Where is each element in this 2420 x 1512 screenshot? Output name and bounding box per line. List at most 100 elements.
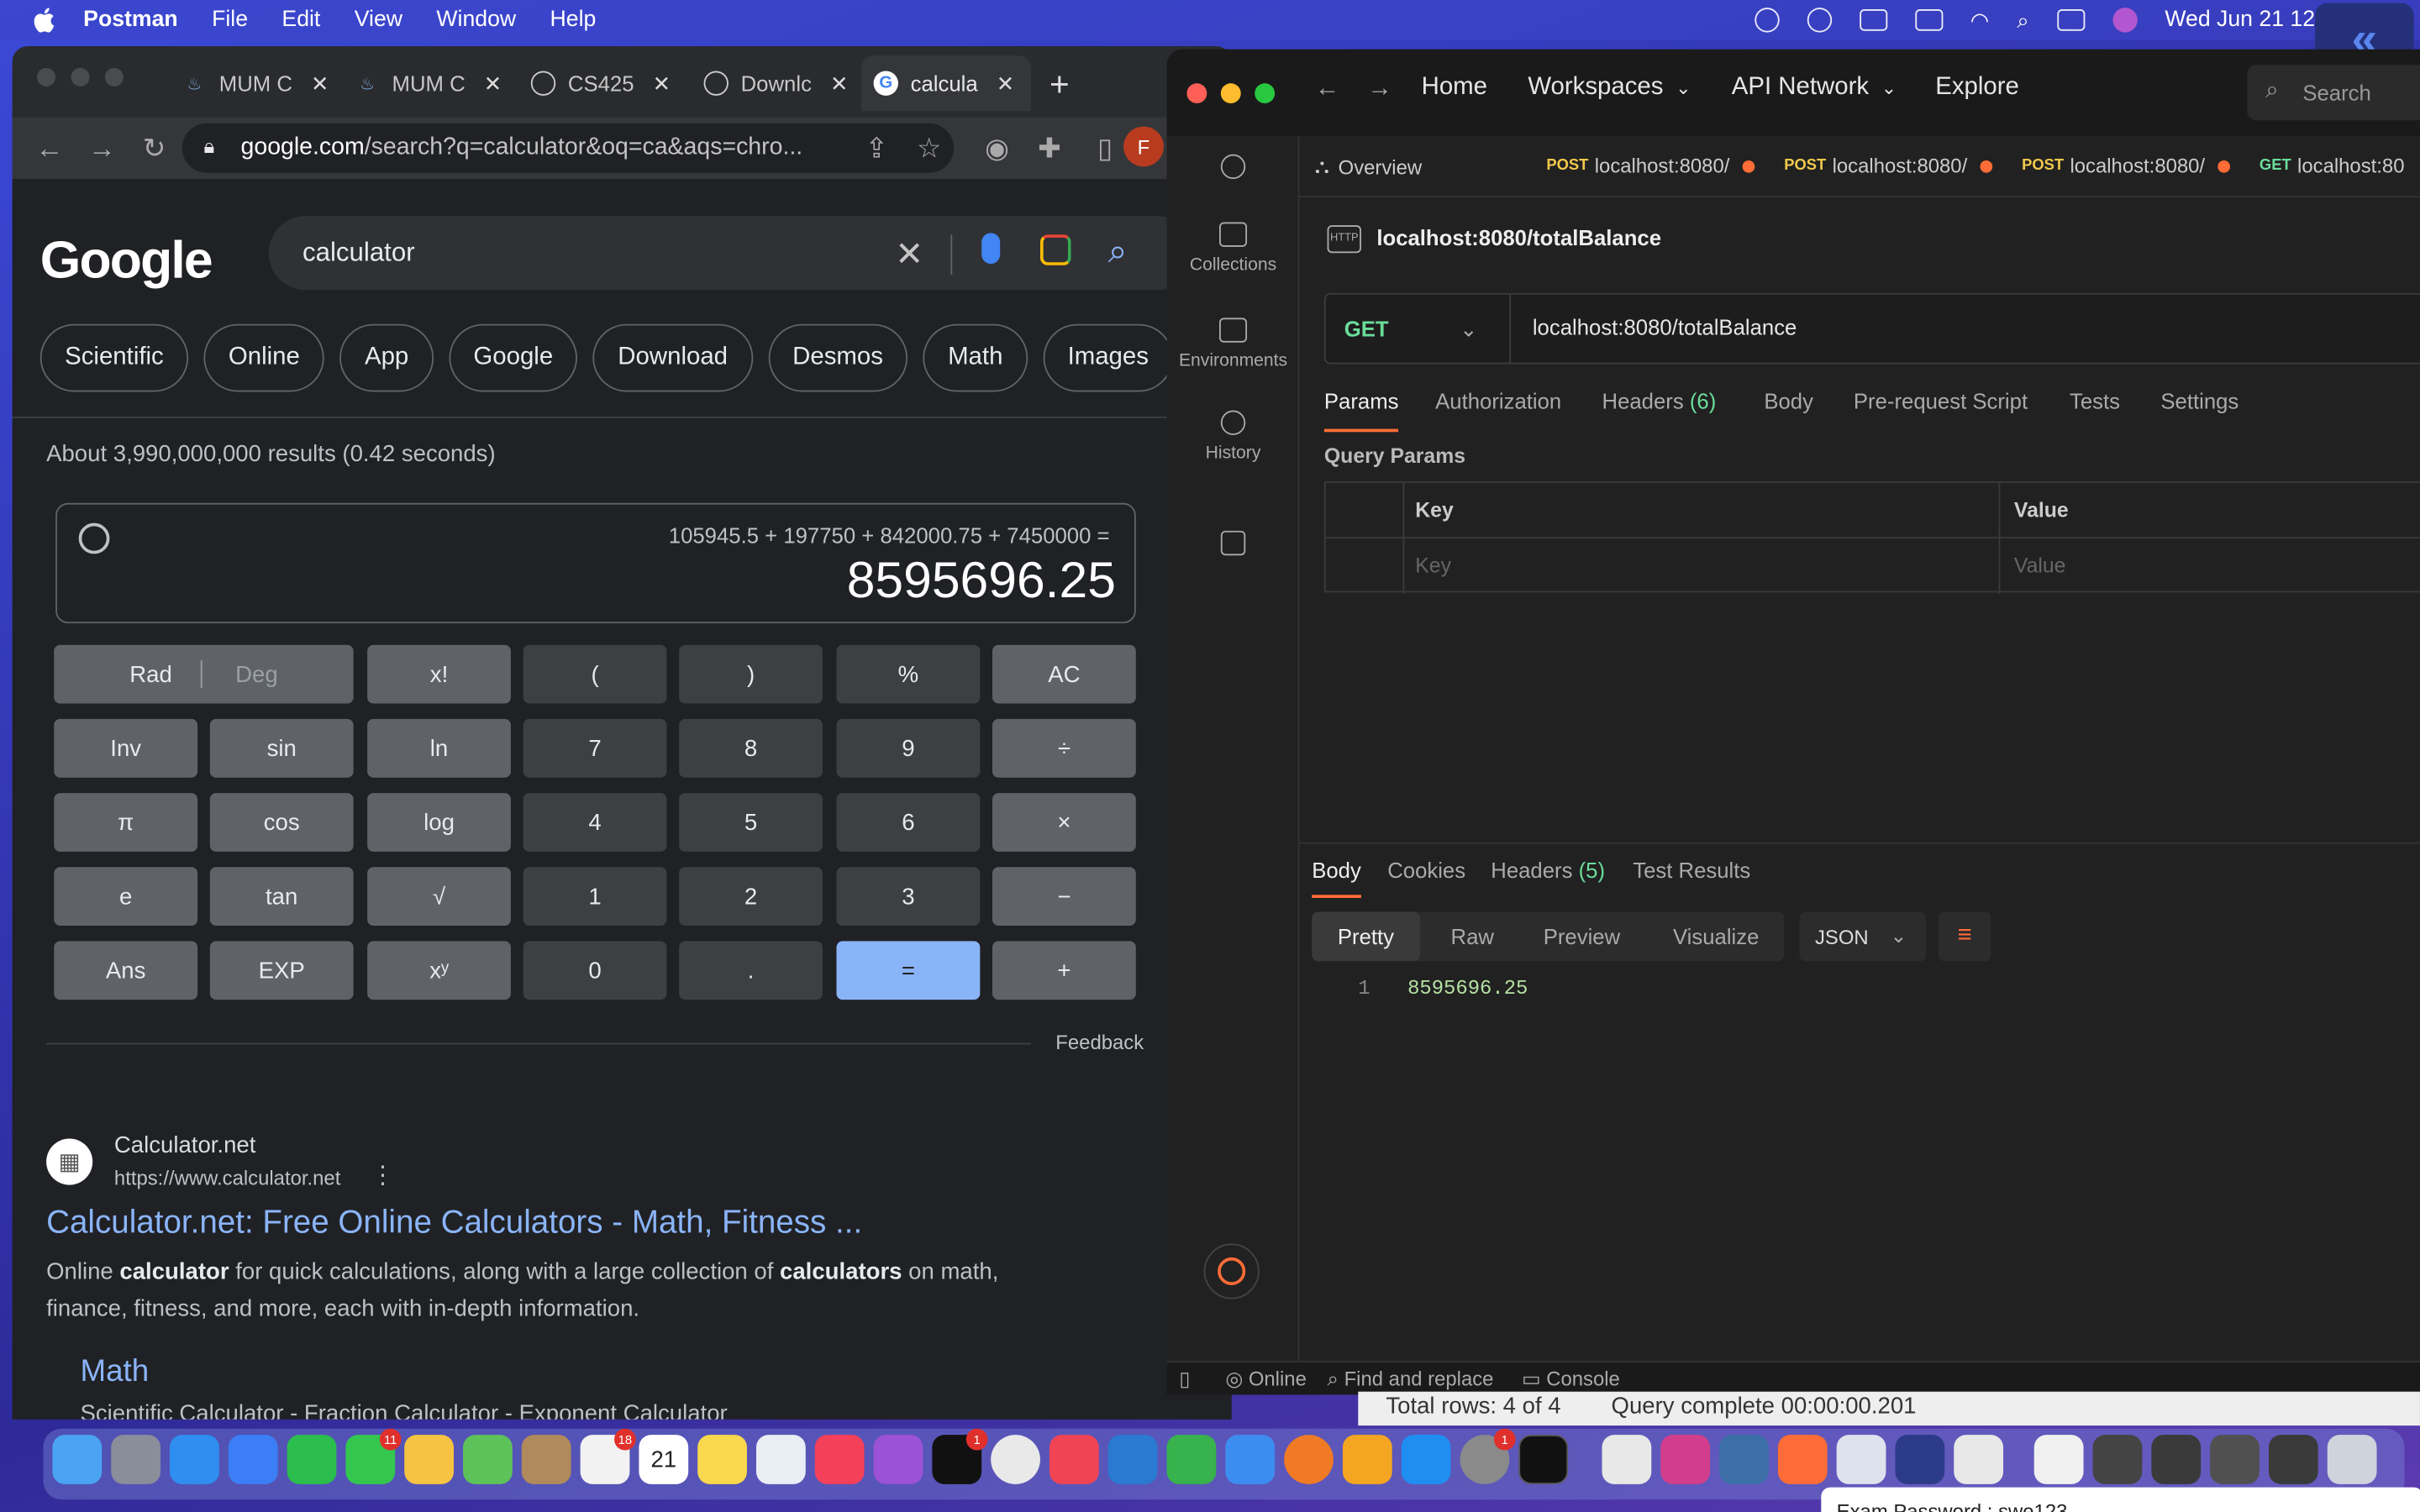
wifi-icon[interactable]: ◠ [1970, 7, 1989, 33]
tv-icon[interactable]: 1 [932, 1428, 988, 1484]
menu-clock[interactable]: Wed Jun 21 12 [2165, 8, 2315, 32]
menu-app-name[interactable]: Postman [83, 8, 177, 32]
postgres-icon[interactable] [1719, 1435, 1769, 1484]
team-icon[interactable] [1167, 154, 1300, 188]
chrome-tab[interactable]: ♨ MUM C ✕ [176, 55, 330, 111]
apps-grid-icon[interactable] [1167, 530, 1300, 564]
rad-deg-toggle[interactable]: Rad Deg [54, 644, 354, 704]
postman-bootcamp-icon[interactable] [1203, 1243, 1260, 1299]
calc-key[interactable]: sin [209, 718, 354, 778]
calc-key[interactable]: 0 [523, 941, 667, 1000]
nav-workspaces[interactable]: Workspaces ⌄ [1528, 74, 1691, 102]
grammarly-icon[interactable] [1807, 8, 1832, 33]
doc-thumbnail-icon[interactable] [1954, 1435, 2004, 1484]
spotlight-icon[interactable]: ⌕ [2017, 7, 2028, 33]
photos-icon[interactable] [404, 1435, 454, 1484]
sitelink-math[interactable]: Math [81, 1355, 150, 1390]
online-status[interactable]: ◎ Online [1225, 1367, 1307, 1391]
request-tab[interactable]: POST localhost:8080/ [1546, 155, 1754, 177]
calc-key[interactable]: EXP [209, 941, 354, 1000]
chip[interactable]: Desmos [767, 323, 908, 392]
chip[interactable]: Online [203, 323, 325, 392]
search-input[interactable]: ⌕ Search [2247, 65, 2420, 121]
contacts-icon[interactable] [521, 1435, 571, 1484]
window-minimize-icon[interactable] [71, 67, 90, 87]
textedit-icon[interactable] [1602, 1435, 1652, 1484]
calc-key[interactable]: Ans [54, 941, 198, 1000]
postman-icon[interactable] [1777, 1435, 1828, 1484]
search-input[interactable]: calculator ✕ ⌕ [268, 216, 1195, 291]
calc-key[interactable]: π [54, 793, 198, 852]
mic-icon[interactable] [981, 233, 1001, 265]
window-thumbnail-icon[interactable] [2210, 1435, 2260, 1484]
result-url[interactable]: https://www.calculator.net [114, 1167, 340, 1190]
request-tab-active[interactable]: GET localhost:80 [2260, 155, 2405, 178]
facetime-icon[interactable] [287, 1435, 337, 1484]
downloads-stack-icon[interactable] [2033, 1435, 2084, 1484]
key-field[interactable]: Key [1415, 554, 1451, 577]
format-type-select[interactable]: JSON ⌄ [1799, 911, 1927, 962]
control-center-icon[interactable] [2056, 9, 2085, 31]
chrome-tab-active[interactable]: G calcula ✕ [860, 55, 1031, 112]
result-site-name[interactable]: Calculator.net [114, 1132, 255, 1158]
app-store-icon[interactable] [1401, 1435, 1451, 1484]
menu-file[interactable]: File [212, 8, 248, 32]
pane-divider[interactable] [1299, 842, 2420, 844]
calc-key[interactable]: xʸ [367, 941, 511, 1000]
chrome-tab[interactable]: ♨ MUM C ✕ [349, 55, 503, 111]
tab-close-icon[interactable]: ✕ [997, 71, 1015, 97]
calc-key[interactable]: 8 [679, 718, 823, 778]
sidebar-item-collections[interactable]: Collections [1167, 222, 1300, 275]
tab-overview[interactable]: ⛬ Overview [1315, 155, 1422, 179]
chrome-tab[interactable]: CS425 ✕ [524, 55, 679, 111]
calc-key[interactable]: 9 [836, 718, 981, 778]
apple-icon[interactable] [34, 8, 55, 33]
calc-key[interactable]: 5 [679, 793, 823, 852]
chip[interactable]: Images [1043, 323, 1174, 392]
tab-authorization[interactable]: Authorization [1435, 389, 1561, 413]
calc-key[interactable]: AC [992, 644, 1136, 704]
siri-icon[interactable] [2112, 8, 2138, 33]
notes-icon[interactable] [697, 1435, 747, 1484]
menu-view[interactable]: View [355, 8, 402, 32]
reminders-icon[interactable]: 18 [580, 1428, 636, 1484]
tab-cookies[interactable]: Cookies [1387, 858, 1465, 882]
tab-body[interactable]: Body [1764, 389, 1813, 413]
calc-key[interactable]: − [992, 867, 1136, 927]
calc-key[interactable]: 7 [523, 718, 667, 778]
google-logo[interactable]: Google [40, 232, 213, 292]
calc-key[interactable]: ) [679, 644, 823, 704]
calc-key[interactable]: ÷ [992, 718, 1136, 778]
tab-response-headers[interactable]: Headers (5) [1491, 858, 1605, 882]
jetbrains-icon[interactable] [1660, 1435, 1711, 1484]
reload-icon[interactable]: ↻ [139, 132, 170, 165]
calc-key[interactable]: % [836, 644, 981, 704]
chrome-icon[interactable] [991, 1435, 1040, 1484]
calc-key[interactable]: 3 [836, 867, 981, 927]
battery-icon[interactable] [1914, 9, 1943, 31]
search-icon[interactable]: ⌕ [1108, 232, 1128, 272]
messages-icon[interactable]: 11 [345, 1428, 402, 1484]
vscode-icon[interactable] [1107, 1435, 1158, 1484]
calc-key[interactable]: e [54, 867, 198, 927]
nav-explore[interactable]: Explore [1935, 74, 2019, 102]
method-select[interactable]: GET ⌄ [1326, 294, 1512, 363]
console[interactable]: ▭ Console [1522, 1367, 1620, 1391]
share-icon[interactable]: ⇪ [861, 132, 892, 165]
chip[interactable]: Download [592, 323, 753, 392]
wrap-lines-icon[interactable]: ≡ [1938, 911, 1991, 962]
window-close-icon[interactable] [1186, 83, 1207, 104]
menu-edit[interactable]: Edit [281, 8, 320, 32]
request-title[interactable]: localhost:8080/totalBalance [1376, 225, 1661, 249]
format-raw[interactable]: Raw [1450, 924, 1493, 948]
sidebar-item-environments[interactable]: Environments [1167, 318, 1300, 370]
calc-key[interactable]: . [679, 941, 823, 1000]
result-title-link[interactable]: Calculator.net: Free Online Calculators … [46, 1205, 862, 1242]
calc-key[interactable]: log [367, 793, 511, 852]
firefox-icon[interactable] [1284, 1435, 1334, 1484]
chip[interactable]: Math [923, 323, 1028, 392]
system-settings-icon[interactable]: 1 [1460, 1428, 1516, 1484]
chip[interactable]: Scientific [39, 323, 189, 392]
menu-window[interactable]: Window [436, 8, 516, 32]
tab-test-results[interactable]: Test Results [1633, 858, 1750, 882]
